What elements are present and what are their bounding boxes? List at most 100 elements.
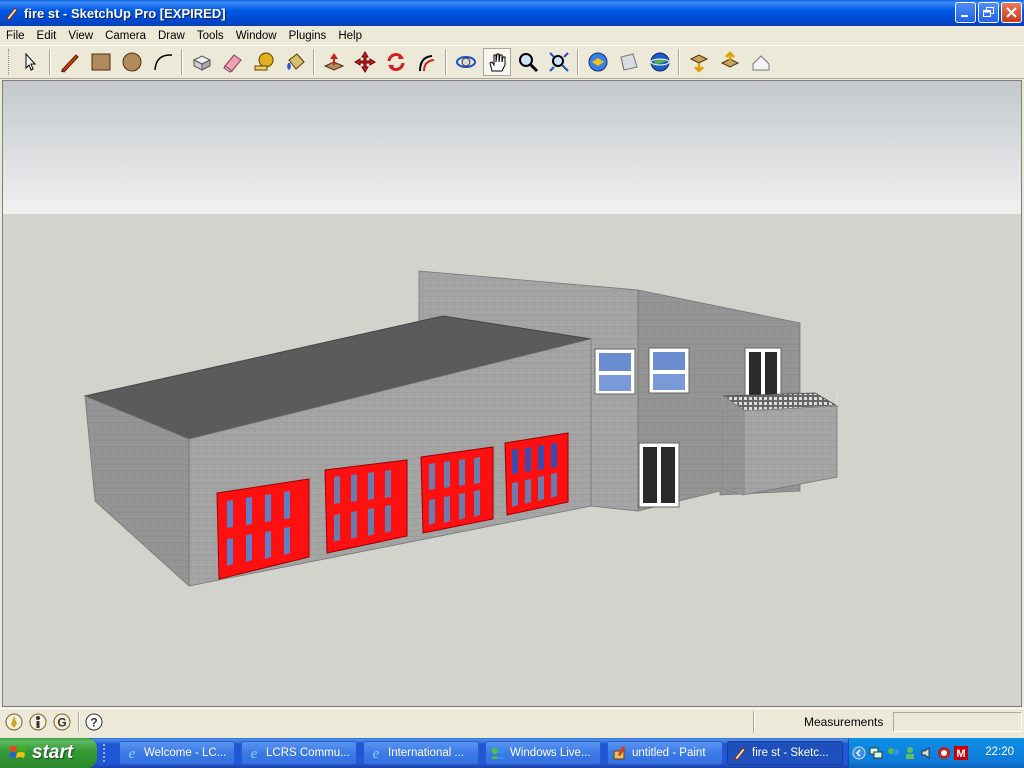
menu-bar: File Edit View Camera Draw Tools Window …	[0, 26, 1024, 45]
taskbar-item-welcome[interactable]: e Welcome - LC...	[119, 741, 235, 765]
make-component-button[interactable]	[188, 48, 216, 76]
arc-tool-button[interactable]	[149, 48, 177, 76]
push-pull-button[interactable]	[320, 48, 348, 76]
messenger-icon[interactable]	[886, 746, 900, 760]
rotate-tool-button[interactable]	[382, 48, 410, 76]
rectangle-tool-button[interactable]	[87, 48, 115, 76]
balcony	[721, 391, 839, 496]
tape-measure-icon	[254, 52, 273, 71]
get-photo-texture-button[interactable]	[685, 48, 713, 76]
pencil-tool-icon	[60, 54, 79, 73]
mcafee-icon[interactable]: M	[954, 746, 968, 760]
zoom-icon	[518, 53, 538, 73]
users-icon[interactable]	[903, 746, 917, 760]
tape-measure-button[interactable]	[250, 48, 278, 76]
paint-bucket-icon	[286, 53, 305, 70]
share-model-button[interactable]	[615, 48, 643, 76]
measurements-field[interactable]	[893, 712, 1022, 732]
zoom-extents-button[interactable]	[545, 48, 573, 76]
fire-door-2	[324, 459, 408, 554]
google-sign-in-icon[interactable]: G	[52, 712, 72, 732]
get-models-icon	[588, 52, 607, 72]
internet-explorer-icon: e	[251, 746, 258, 761]
pan-button[interactable]	[482, 48, 511, 76]
quick-launch-grip[interactable]	[103, 744, 113, 762]
restore-button[interactable]	[978, 2, 999, 23]
tray-expand-icon[interactable]	[852, 746, 866, 760]
menu-help[interactable]: Help	[332, 30, 368, 42]
toolbar-grip[interactable]	[8, 49, 11, 75]
drawing-viewport[interactable]	[2, 80, 1022, 707]
menu-view[interactable]: View	[62, 30, 99, 42]
fire-door-3	[420, 446, 494, 534]
entrance-door	[638, 442, 680, 508]
menu-plugins[interactable]: Plugins	[283, 30, 333, 42]
upper-window-1	[594, 348, 636, 395]
paint-icon	[613, 746, 626, 760]
windows-logo-icon	[9, 746, 26, 758]
arc-tool-icon	[153, 54, 172, 71]
place-model-button[interactable]	[716, 48, 744, 76]
internet-explorer-icon: e	[129, 746, 136, 761]
taskbar-item-paint[interactable]: untitled - Paint	[607, 741, 723, 765]
close-button[interactable]	[1001, 2, 1022, 23]
start-label: start	[32, 742, 74, 763]
get-models-button[interactable]	[584, 48, 612, 76]
make-component-icon	[192, 55, 211, 71]
help-icon[interactable]: ?	[84, 712, 104, 732]
pencil-tool-button[interactable]	[56, 48, 84, 76]
follow-me-button[interactable]	[413, 48, 441, 76]
select-tool-icon	[25, 52, 36, 71]
minimize-button[interactable]	[955, 2, 976, 23]
move-tool-icon	[353, 51, 376, 73]
google-earth-button[interactable]	[646, 48, 674, 76]
svg-text:e: e	[373, 746, 380, 761]
menu-camera[interactable]: Camera	[99, 30, 152, 42]
move-tool-button[interactable]	[351, 48, 379, 76]
zoom-button[interactable]	[514, 48, 542, 76]
system-tray: M 22:20	[848, 738, 1024, 768]
menu-file[interactable]: File	[0, 30, 31, 42]
paint-bucket-button[interactable]	[281, 48, 309, 76]
svg-text:e: e	[251, 746, 258, 761]
circle-tool-icon	[122, 52, 141, 72]
network-icon[interactable]	[869, 746, 883, 760]
taskbar-item-lcrs[interactable]: e LCRS Commu...	[241, 741, 357, 765]
rectangle-tool-icon	[91, 53, 110, 71]
fire-door-4	[504, 432, 569, 516]
volume-icon[interactable]	[920, 746, 934, 760]
taskbar-item-international[interactable]: e International ...	[363, 741, 479, 765]
taskbar-item-sketchup[interactable]: fire st - Sketc...	[727, 741, 843, 765]
taskbar-item-windows-live[interactable]: Windows Live...	[485, 741, 601, 765]
geo-location-icon[interactable]	[4, 712, 24, 732]
credits-icon[interactable]	[28, 712, 48, 732]
svg-text:G: G	[57, 716, 66, 730]
get-photo-texture-icon	[689, 54, 708, 73]
eraser-tool-button[interactable]	[219, 48, 247, 76]
menu-edit[interactable]: Edit	[31, 30, 63, 42]
rotate-tool-icon	[387, 53, 404, 71]
zoom-extents-icon	[548, 52, 569, 72]
sketchup-app-icon	[6, 7, 18, 21]
svg-text:e: e	[129, 746, 136, 761]
status-bar: G ? Measurements	[0, 708, 1024, 735]
orbit-button[interactable]	[452, 48, 480, 76]
upper-window-2	[648, 347, 690, 394]
select-tool-button[interactable]	[17, 48, 45, 76]
model-scene	[3, 81, 1021, 706]
start-button[interactable]: start	[0, 738, 97, 768]
menu-draw[interactable]: Draw	[152, 30, 191, 42]
push-pull-icon	[323, 53, 344, 71]
menu-tools[interactable]: Tools	[191, 30, 230, 42]
window-title: fire st - SketchUp Pro [EXPIRED]	[24, 5, 226, 21]
orbit-icon	[455, 56, 476, 68]
windows-live-icon	[491, 748, 505, 759]
circle-tool-button[interactable]	[118, 48, 146, 76]
menu-window[interactable]: Window	[230, 30, 283, 42]
security-icon[interactable]	[937, 746, 951, 760]
toggle-terrain-button[interactable]	[747, 48, 775, 76]
svg-text:?: ?	[90, 716, 97, 730]
title-bar: fire st - SketchUp Pro [EXPIRED]	[0, 0, 1024, 26]
svg-text:M: M	[956, 748, 965, 760]
main-toolbar	[0, 45, 1024, 79]
